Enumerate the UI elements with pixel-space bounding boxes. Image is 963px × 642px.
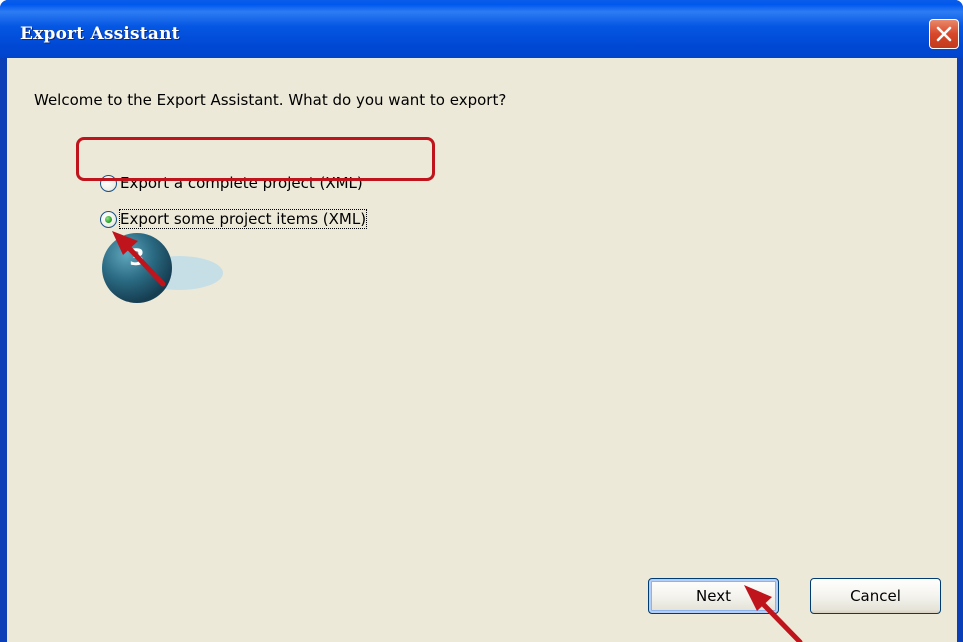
close-icon [936,26,952,42]
step-number: 3 [129,246,145,271]
radio-checked-icon[interactable] [100,210,117,228]
next-button[interactable]: Next [648,578,779,614]
close-button[interactable] [929,19,959,49]
option-some-items[interactable]: Export some project items (XML) [100,208,368,230]
highlight-box [76,137,435,181]
title-bar[interactable]: Export Assistant [0,0,963,58]
export-assistant-window: Export Assistant Welcome to the Export A… [0,0,963,642]
welcome-prompt: Welcome to the Export Assistant. What do… [34,91,507,109]
cancel-button[interactable]: Cancel [810,578,941,614]
option-some-items-label[interactable]: Export some project items (XML) [118,209,368,229]
window-title: Export Assistant [20,24,180,44]
